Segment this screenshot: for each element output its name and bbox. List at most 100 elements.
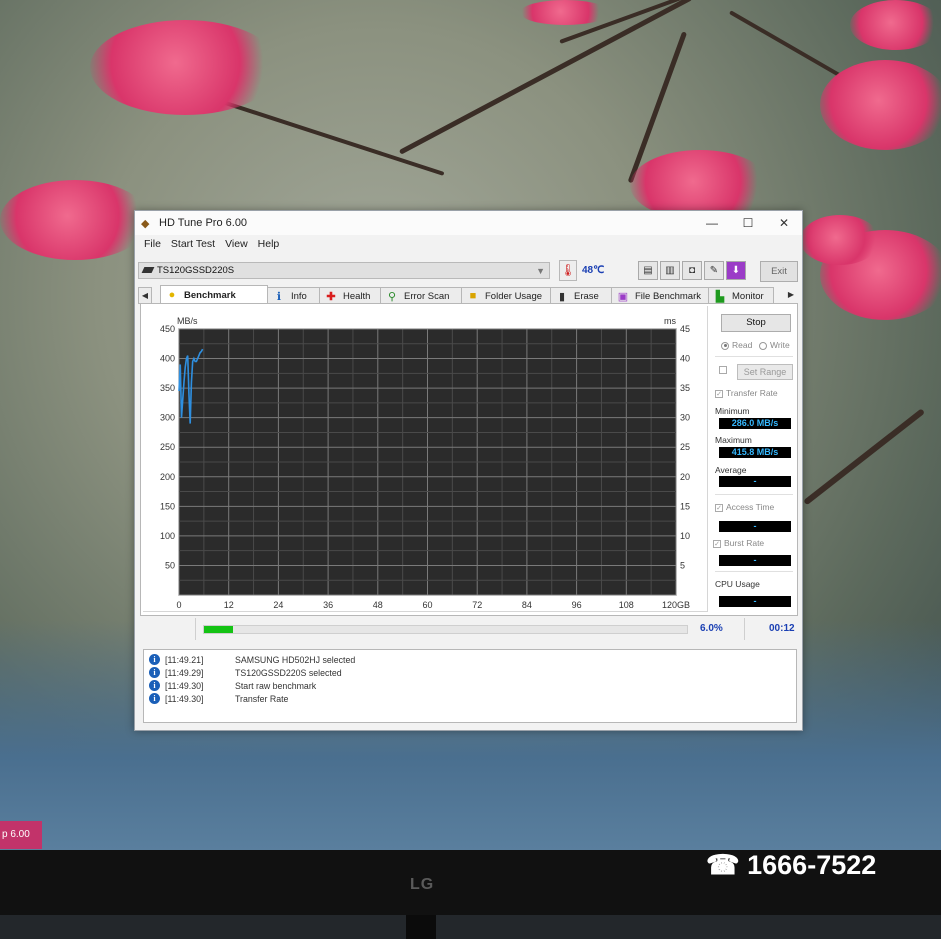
divider: [715, 356, 793, 357]
taskbar-app-tab[interactable]: p 6.00: [0, 821, 42, 849]
x-tick-label: 0: [176, 600, 181, 610]
log-message: Start raw benchmark: [235, 680, 317, 691]
y2-tick-label: 15: [680, 501, 690, 511]
burst-rate-checkbox[interactable]: ✓ Burst Rate: [713, 538, 764, 548]
blossom: [820, 60, 941, 150]
save-icon[interactable]: ⬇: [726, 261, 746, 280]
health-cross-icon: ✚: [326, 290, 336, 303]
trash-icon: ▮: [558, 290, 566, 303]
y2-axis-unit-label: ms: [664, 316, 676, 326]
tab-scroll-left-icon[interactable]: ◀: [138, 287, 152, 304]
progress-row: 6.0% 00:12: [140, 618, 798, 640]
read-label: Read: [732, 340, 753, 350]
blossom: [0, 180, 150, 260]
monitor-icon: ▙: [715, 290, 725, 303]
tab-strip: ◀ ● Benchmark ℹ Info ✚ Health ⚲ Error Sc…: [138, 285, 798, 304]
options-icon[interactable]: ✎: [704, 261, 724, 280]
access-time-checkbox[interactable]: ✓ Access Time: [715, 502, 774, 512]
thermometer-icon: 🌡: [559, 260, 577, 281]
menu-help[interactable]: Help: [253, 238, 285, 250]
close-button[interactable]: ✕: [766, 211, 802, 235]
tab-health[interactable]: ✚ Health: [319, 287, 381, 304]
tab-monitor[interactable]: ▙ Monitor: [708, 287, 774, 304]
x-tick-label: 24: [273, 600, 283, 610]
blossom: [850, 0, 941, 50]
log-time: [11:49.29]: [165, 667, 204, 678]
screenshot-icon[interactable]: ◘: [682, 261, 702, 280]
title-bar[interactable]: ◆ HD Tune Pro 6.00 — ☐ ✕: [135, 211, 802, 235]
chevron-down-icon: ▼: [536, 266, 545, 276]
transfer-rate-checkbox[interactable]: ✓ Transfer Rate: [715, 388, 778, 398]
write-label: Write: [770, 340, 790, 350]
divider: [195, 618, 196, 640]
monitor-stand-neck: [406, 915, 436, 939]
radio-indicator: [721, 341, 729, 350]
window-title: HD Tune Pro 6.00: [159, 217, 248, 229]
tab-benchmark[interactable]: ● Benchmark: [160, 285, 268, 304]
set-range-checkbox[interactable]: [719, 366, 727, 374]
tab-error-scan[interactable]: ⚲ Error Scan: [380, 287, 462, 304]
x-tick-label: 36: [323, 600, 333, 610]
tab-erase[interactable]: ▮ Erase: [550, 287, 612, 304]
transfer-rate-chart: 0 12 24 36 48 60 72 84 96 108 120GB 450 400 350 300 250…: [160, 316, 690, 610]
maximize-button[interactable]: ☐: [730, 211, 766, 235]
y-tick-label: 450: [160, 324, 175, 334]
log-list: i [11:49.21] SAMSUNG HD502HJ selected i …: [143, 649, 797, 723]
magnifier-icon: ⚲: [387, 290, 397, 303]
x-tick-label: 12: [224, 600, 234, 610]
tab-label: Benchmark: [184, 289, 236, 301]
y-tick-label: 250: [160, 442, 175, 452]
write-radio[interactable]: Write: [759, 340, 790, 350]
copy-text-icon[interactable]: ▤: [638, 261, 658, 280]
menu-start-test[interactable]: Start Test: [166, 238, 220, 250]
y2-tick-label: 25: [680, 442, 690, 452]
info-icon: i: [149, 693, 160, 704]
burst-rate-label: Burst Rate: [724, 538, 765, 548]
read-radio[interactable]: Read: [721, 340, 752, 350]
minimize-button[interactable]: —: [694, 211, 730, 235]
drive-select[interactable]: TS120GSSD220S ▼: [138, 262, 550, 279]
tab-scroll-right-icon[interactable]: ▶: [784, 287, 798, 304]
minimum-label: Minimum: [715, 406, 750, 416]
stop-button[interactable]: Stop: [721, 314, 791, 332]
elapsed-time: 00:12: [769, 623, 795, 634]
x-tick-label: 108: [619, 600, 634, 610]
set-range-button[interactable]: Set Range: [737, 364, 793, 380]
tab-label: Monitor: [732, 290, 764, 302]
bulb-icon: ●: [168, 289, 176, 301]
menu-bar: File Start Test View Help: [135, 235, 802, 253]
radio-indicator: [759, 341, 767, 350]
maximum-label: Maximum: [715, 435, 752, 445]
copy-all-icon[interactable]: ▥: [660, 261, 680, 280]
transfer-rate-label: Transfer Rate: [726, 388, 778, 398]
tab-info[interactable]: ℹ Info: [267, 287, 320, 304]
info-icon: i: [149, 667, 160, 678]
y-axis-unit-label: MB/s: [177, 316, 198, 326]
tab-folder-usage[interactable]: ■ Folder Usage: [461, 287, 551, 304]
y2-tick-label: 10: [680, 531, 690, 541]
log-message: Transfer Rate: [235, 693, 289, 704]
benchmark-controls: Stop Read Write Set Range ✓ Transfer Rate…: [713, 304, 797, 614]
folder-icon: ■: [469, 290, 477, 302]
divider: [715, 571, 793, 572]
checkmark-icon: ✓: [715, 389, 723, 398]
tab-label: Health: [343, 290, 371, 302]
x-tick-label: 72: [472, 600, 482, 610]
access-time-value: -: [719, 521, 791, 532]
average-label: Average: [715, 465, 747, 475]
menu-file[interactable]: File: [139, 238, 166, 250]
log-time: [11:49.30]: [165, 680, 204, 691]
x-tick-label: 120GB: [662, 600, 690, 610]
info-icon: i: [149, 654, 160, 665]
tab-label: Error Scan: [404, 290, 450, 302]
log-message: SAMSUNG HD502HJ selected: [235, 654, 356, 665]
log-entry: i [11:49.30] Transfer Rate: [144, 692, 796, 705]
blossom: [800, 215, 880, 265]
y-tick-label: 300: [160, 413, 175, 423]
average-value: -: [719, 476, 791, 487]
tab-file-benchmark[interactable]: ▣ File Benchmark: [611, 287, 709, 304]
exit-button[interactable]: Exit: [760, 261, 798, 282]
menu-view[interactable]: View: [220, 238, 253, 250]
tab-label: Folder Usage: [485, 290, 543, 302]
cpu-usage-label: CPU Usage: [715, 579, 760, 589]
